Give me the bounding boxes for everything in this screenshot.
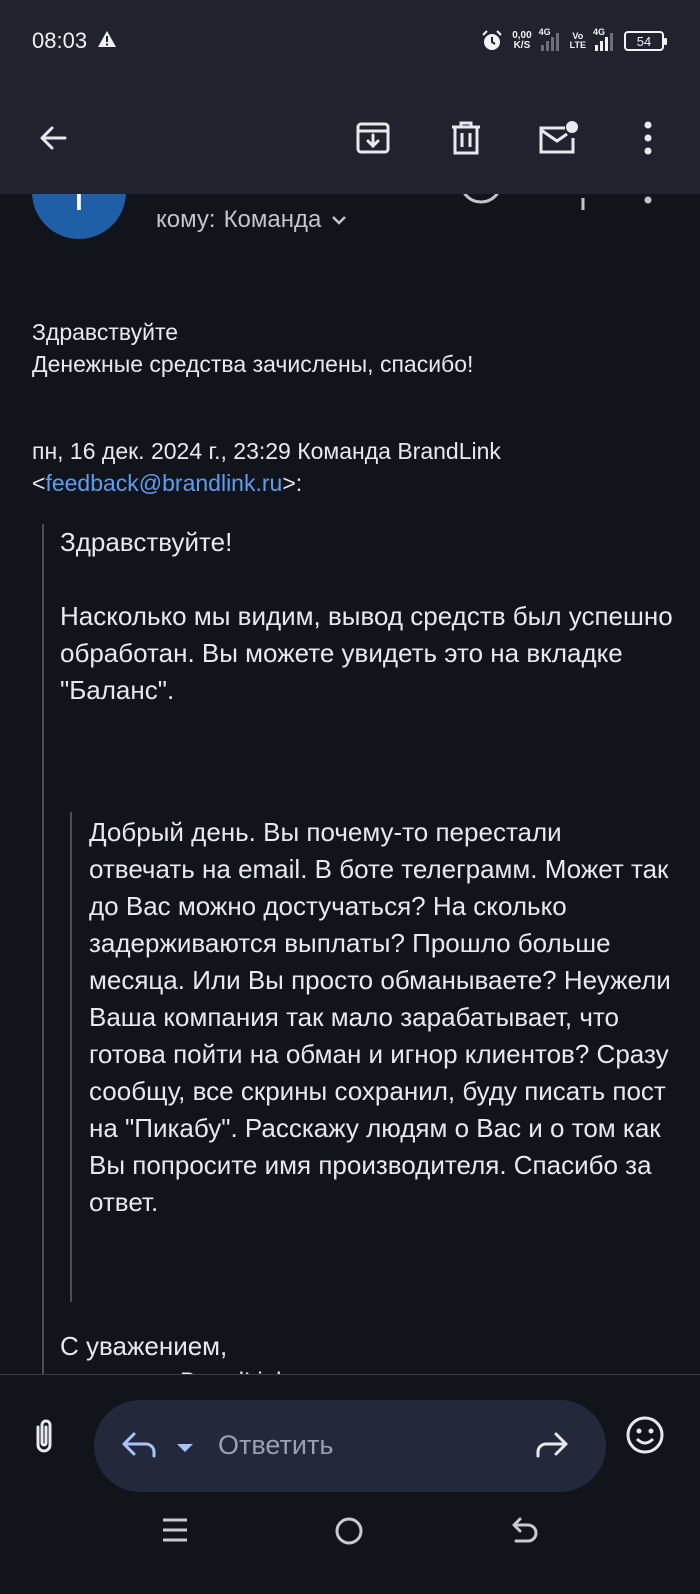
recent-apps-button[interactable]: [160, 1516, 190, 1549]
recipients-prefix: кому:: [156, 206, 216, 233]
reply-body: Здравствуйте Денежные средства зачислены…: [32, 316, 672, 380]
reply-line: Здравствуйте: [32, 319, 179, 345]
mark-unread-button[interactable]: [530, 110, 586, 166]
reply-icon: [122, 1432, 156, 1458]
status-icons: 0,00 K/S 4G Vo LTE 4G 54: [481, 26, 667, 56]
signoff: С уважением,: [60, 1331, 228, 1361]
forward-icon: [536, 1432, 568, 1458]
quote-greeting: Здравствуйте!: [60, 527, 233, 557]
forward-button[interactable]: [534, 1430, 570, 1465]
battery-icon: 54: [624, 31, 667, 51]
back-arrow-icon: [40, 126, 67, 150]
recipients-toggle[interactable]: кому: Команда: [156, 206, 347, 234]
signal-sim2-icon: 4G: [593, 27, 615, 51]
home-circle-icon: [335, 1517, 363, 1545]
alarm-icon: [482, 30, 502, 50]
delete-button[interactable]: [438, 110, 494, 166]
emoji-icon: [626, 1416, 664, 1454]
nested-quote-border: [70, 812, 72, 1302]
system-navigation-bar: [0, 1500, 700, 1594]
menu-lines-icon: [163, 1518, 187, 1542]
more-vert-icon: [644, 121, 652, 155]
reply-placeholder[interactable]: Ответить: [218, 1430, 333, 1461]
volte-icon: Vo LTE: [569, 31, 586, 50]
reply-mode-dropdown[interactable]: [176, 1440, 194, 1458]
status-bar: 08:03 0,00 K/S 4G Vo LTE 4G 54: [0, 0, 700, 88]
back-button[interactable]: [25, 110, 81, 166]
delete-icon: [452, 121, 480, 155]
chevron-down-icon: [332, 216, 347, 225]
return-arrow-icon: [512, 1517, 538, 1543]
mark-unread-icon: [539, 121, 578, 154]
attachment-icon: [36, 1419, 52, 1453]
archive-button[interactable]: [345, 110, 401, 166]
home-button[interactable]: [333, 1515, 365, 1552]
quote-paragraph: Насколько мы видим, вывод средств был ус…: [60, 601, 673, 705]
signal-sim1-icon: 4G: [539, 27, 561, 51]
system-back-button[interactable]: [508, 1515, 540, 1552]
reply-compose-field[interactable]: [94, 1400, 606, 1492]
top-app-bar: [0, 88, 700, 194]
nested-quoted-message: Добрый день. Вы почему-то перестали отве…: [89, 817, 671, 1217]
reply-mode-button[interactable]: [120, 1430, 158, 1465]
quoted-message: Здравствуйте! Насколько мы видим, вывод …: [60, 524, 675, 709]
sender-email-link[interactable]: feedback@brandlink.ru: [45, 470, 282, 496]
warning-icon: [98, 31, 116, 47]
reply-line: Денежные средства зачислены, спасибо!: [32, 351, 474, 377]
quote-header-date-sender: пн, 16 дек. 2024 г., 23:29 Команда Brand…: [32, 438, 501, 464]
dropdown-triangle-icon: [177, 1444, 193, 1452]
more-options-button[interactable]: [620, 110, 676, 166]
recipients-name: Команда: [223, 206, 322, 233]
attach-button[interactable]: [28, 1417, 60, 1462]
emoji-button[interactable]: [625, 1415, 665, 1460]
quote-border: [42, 524, 44, 1382]
archive-icon: [356, 122, 390, 154]
network-speed: 0,00 K/S: [512, 30, 532, 51]
status-time: 08:03: [32, 28, 88, 53]
quote-header: пн, 16 дек. 2024 г., 23:29 Команда Brand…: [32, 435, 672, 499]
